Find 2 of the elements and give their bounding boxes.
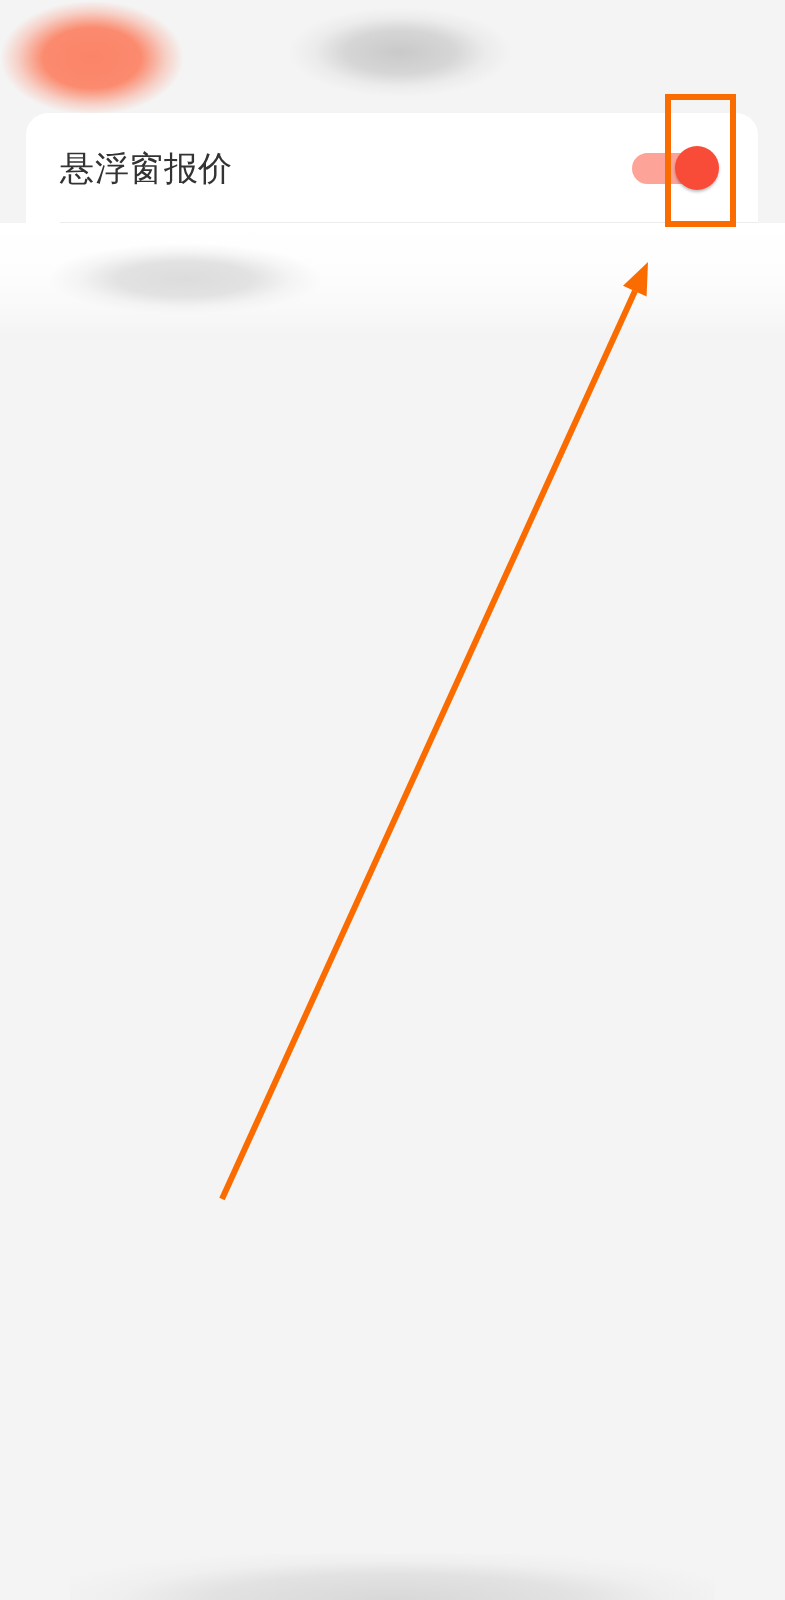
toggle-switch[interactable] bbox=[632, 145, 719, 190]
setting-label: 悬浮窗报价 bbox=[60, 147, 233, 188]
